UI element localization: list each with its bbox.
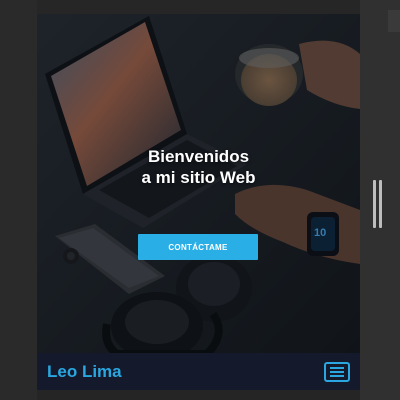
- hero-title-line-2: a mi sitio Web: [141, 168, 256, 187]
- left-gutter: [0, 0, 37, 400]
- contact-button[interactable]: CONTÁCTAME: [138, 234, 258, 260]
- hamburger-menu-icon[interactable]: [324, 361, 350, 382]
- navbar: Leo Lima: [37, 353, 360, 390]
- hero-section: 10 Bienvenidos a mi sitio Web CONTÁCTAME: [37, 14, 360, 354]
- window-edge: [388, 10, 400, 32]
- hero-title-line-1: Bienvenidos: [147, 147, 250, 166]
- site-viewport: 10 Bienvenidos a mi sitio Web CONTÁCTAME: [37, 14, 360, 390]
- top-strip: [37, 0, 360, 14]
- screen: 10 Bienvenidos a mi sitio Web CONTÁCTAME: [0, 0, 400, 400]
- hero-title: Bienvenidos a mi sitio Web: [37, 146, 360, 188]
- resize-handle[interactable]: [371, 180, 383, 228]
- brand-logo-text[interactable]: Leo Lima: [47, 362, 122, 382]
- bottom-strip: [37, 390, 360, 400]
